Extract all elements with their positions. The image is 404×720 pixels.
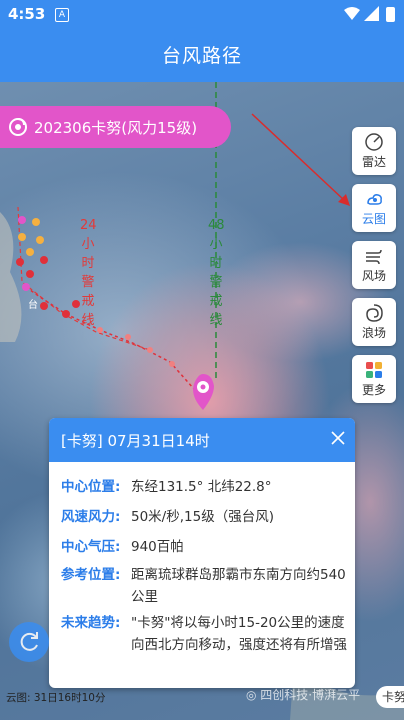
place-label: 台 — [28, 298, 38, 311]
typhoon-name: 202306卡努(风力15级) — [34, 119, 198, 137]
status-time: 4:53 — [8, 5, 46, 23]
radar-icon — [365, 133, 383, 151]
typhoon-selector[interactable]: 202306卡努(风力15级) — [0, 106, 231, 148]
signal-icon — [364, 6, 379, 21]
notification-a-icon: A — [55, 8, 69, 22]
cloud-image-label: 云图 — [361, 212, 386, 226]
annotation-arrow — [251, 113, 345, 201]
wind-field-button[interactable]: 风场 — [352, 241, 396, 289]
wave-field-button[interactable]: 浪场 — [352, 298, 396, 346]
refresh-icon — [20, 632, 38, 651]
cloud-time-label: 云图: 31日16时10分 — [6, 692, 106, 704]
wifi-icon — [344, 7, 360, 20]
radar-label: 雷达 — [361, 155, 386, 169]
typhoon-info-card: [卡努] 07月31日14时 中心位置: 东经131.5° 北纬22.8° 风速… — [49, 418, 355, 688]
wave-field-icon — [366, 304, 383, 322]
wind-field-label: 风场 — [361, 269, 386, 283]
landmass — [0, 212, 22, 342]
page-title: 台风路径 — [0, 30, 404, 82]
warn-48-label: 48 小时 警戒线 — [208, 218, 225, 328]
card-title: [卡努] 07月31日14时 — [61, 432, 210, 450]
battery-icon — [386, 7, 395, 22]
more-icon — [366, 362, 382, 378]
more-label: 更多 — [361, 383, 386, 397]
card-header: [卡努] 07月31日14时 — [49, 418, 355, 462]
close-icon[interactable] — [329, 429, 347, 447]
cloud-image-icon — [367, 194, 382, 205]
warn-24-label: 24 小时 警戒线 — [80, 218, 97, 328]
typhoon-icon — [9, 118, 27, 136]
watermark: ◎ 四创科技·博湃云平 — [246, 688, 361, 702]
track-line — [25, 286, 203, 399]
more-button[interactable]: 更多 — [352, 355, 396, 403]
wind-field-icon — [366, 249, 382, 265]
status-bar: 4:53 A — [0, 0, 404, 30]
refresh-button[interactable] — [9, 622, 49, 662]
radar-button[interactable]: 雷达 — [352, 127, 396, 175]
current-typhoon-marker[interactable] — [193, 374, 214, 410]
wave-field-label: 浪场 — [361, 326, 386, 340]
typhoon-tab[interactable]: 卡努 — [376, 686, 404, 708]
cloud-image-button[interactable]: 云图 — [352, 184, 396, 232]
